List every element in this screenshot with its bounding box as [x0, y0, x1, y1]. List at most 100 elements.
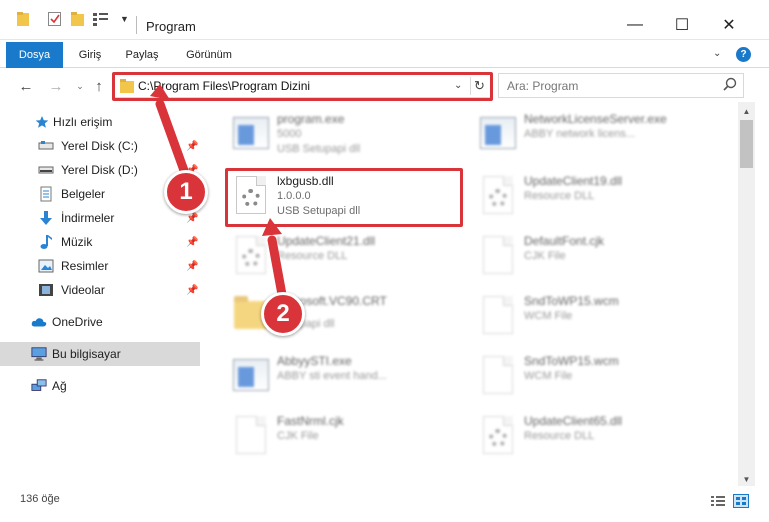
properties-check-icon[interactable] — [47, 10, 63, 28]
list-item[interactable]: UpdateClient21.dll Resource DLL — [229, 228, 469, 284]
sidebar-item-label: OneDrive — [52, 315, 103, 329]
file-detail: 5000 — [277, 128, 302, 140]
search-box[interactable]: Ara: Program — [498, 73, 744, 98]
list-item[interactable]: program.exe 5000 USB Setupapi dll — [229, 106, 469, 162]
file-icon — [476, 232, 520, 278]
status-bar: 136 öğe — [0, 486, 769, 522]
pin-icon: 📌 — [186, 236, 199, 248]
maximize-button[interactable]: ☐ — [659, 10, 705, 40]
scroll-up-icon[interactable]: ▲ — [738, 104, 755, 118]
search-placeholder[interactable]: Ara: Program — [507, 79, 578, 93]
tab-share[interactable]: Paylaş — [122, 44, 162, 66]
chevron-down-icon[interactable]: ▼ — [120, 10, 129, 28]
file-highlight — [225, 168, 463, 227]
list-item[interactable]: FastNrml.cjk CJK File — [229, 408, 469, 464]
window-title: Program — [146, 19, 196, 34]
drive-icon — [38, 138, 54, 154]
sidebar-item-label: Hızlı erişim — [53, 115, 113, 129]
music-icon — [38, 234, 54, 250]
scroll-down-icon[interactable]: ▼ — [738, 472, 755, 486]
details-view-icon[interactable] — [710, 494, 726, 508]
sidebar-item-disk-c[interactable]: Yerel Disk (C:) 📌 — [0, 134, 200, 158]
forward-button[interactable]: → — [46, 76, 66, 96]
file-icon — [476, 352, 520, 398]
recent-locations-icon[interactable]: ⌄ — [70, 76, 90, 96]
downloads-icon — [38, 210, 54, 226]
file-icon — [229, 412, 273, 458]
file-name: FastNrml.cjk — [277, 414, 344, 428]
tab-file[interactable]: Dosya — [6, 42, 63, 68]
item-count: 136 öğe — [20, 493, 60, 505]
vertical-scrollbar[interactable]: ▲ ▼ — [738, 102, 755, 486]
new-folder-icon[interactable] — [70, 10, 86, 28]
help-icon[interactable]: ? — [736, 47, 751, 62]
list-item[interactable]: AbbyySTI.exe ABBY sti event hand... — [229, 348, 469, 404]
back-button[interactable]: ← — [16, 76, 36, 96]
list-item[interactable]: DefaultFont.cjk CJK File — [476, 228, 716, 284]
folder-icon[interactable] — [16, 10, 30, 28]
network-icon — [31, 378, 47, 394]
list-item[interactable]: SndToWP15.wcm WCM File — [476, 348, 716, 404]
file-detail: Resource DLL — [524, 430, 595, 442]
sidebar-item-label: Müzik — [61, 235, 93, 249]
sidebar-item-this-pc[interactable]: Bu bilgisayar — [0, 342, 200, 366]
tiles-view-icon[interactable] — [733, 494, 749, 508]
sidebar-item-downloads[interactable]: İndirmeler 📌 — [0, 206, 200, 230]
sidebar-item-label: Belgeler — [61, 187, 106, 201]
list-item[interactable]: UpdateClient19.dll Resource DLL — [476, 168, 716, 224]
step-1-badge: 1 — [164, 170, 208, 214]
tab-view[interactable]: Görünüm — [180, 44, 238, 66]
step-2-badge: 2 — [261, 292, 305, 336]
scroll-thumb[interactable] — [740, 120, 753, 168]
file-detail: Resource DLL — [524, 190, 595, 202]
list-item[interactable]: SndToWP15.wcm WCM File — [476, 288, 716, 344]
separator — [136, 16, 137, 34]
sidebar-item-onedrive[interactable]: OneDrive — [0, 310, 200, 334]
file-name: NetworkLicenseServer.exe — [524, 112, 667, 126]
list-item[interactable]: NetworkLicenseServer.exe ABBY network li… — [476, 106, 716, 162]
up-button[interactable]: ↑ — [89, 76, 109, 96]
sidebar-item-videos[interactable]: Videolar 📌 — [0, 278, 200, 302]
search-icon[interactable] — [723, 77, 737, 94]
sidebar-item-network[interactable]: Ağ — [0, 374, 200, 398]
sidebar-item-pictures[interactable]: Resimler 📌 — [0, 254, 200, 278]
close-button[interactable]: ✕ — [706, 10, 752, 40]
navigation-pane: Hızlı erişim Yerel Disk (C:) 📌 Yerel Dis… — [0, 102, 201, 486]
pin-icon: 📌 — [186, 212, 199, 224]
sidebar-item-label: Yerel Disk (D:) — [61, 163, 138, 177]
expand-ribbon-icon[interactable]: ⌄ — [713, 48, 721, 59]
file-name: UpdateClient19.dll — [524, 174, 623, 188]
cloud-icon — [31, 314, 47, 330]
exe-icon — [476, 110, 520, 156]
file-detail: WCM File — [524, 370, 573, 382]
customize-icon[interactable] — [92, 10, 110, 28]
ribbon: Dosya Giriş Paylaş Görünüm ⌄ ? — [0, 40, 769, 68]
sidebar-item-music[interactable]: Müzik 📌 — [0, 230, 200, 254]
dll-icon — [476, 172, 520, 218]
file-detail: Resource DLL — [277, 250, 348, 262]
file-name: program.exe — [277, 112, 345, 126]
file-name: AbbyySTI.exe — [277, 354, 352, 368]
list-item[interactable]: UpdateClient65.dll Resource DLL — [476, 408, 716, 464]
address-highlight — [112, 72, 493, 101]
file-name: UpdateClient65.dll — [524, 414, 623, 428]
title-bar: ▼ Program — ☐ ✕ — [0, 0, 769, 40]
pin-icon: 📌 — [186, 284, 199, 296]
pictures-icon — [38, 258, 54, 274]
file-detail: USB Setupapi dll — [277, 143, 361, 155]
file-detail: WCM File — [524, 310, 573, 322]
exe-icon — [229, 352, 273, 398]
sidebar-item-label: Yerel Disk (C:) — [61, 139, 138, 153]
videos-icon — [38, 282, 54, 298]
dll-icon — [476, 412, 520, 458]
minimize-button[interactable]: — — [612, 10, 658, 40]
exe-icon — [229, 110, 273, 156]
pin-icon: 📌 — [186, 260, 199, 272]
drive-icon — [38, 162, 54, 178]
sidebar-item-quick-access[interactable]: Hızlı erişim — [0, 110, 200, 134]
sidebar-item-label: İndirmeler — [61, 211, 115, 225]
file-detail: ABBY network licens... — [524, 128, 636, 140]
tab-home[interactable]: Giriş — [75, 44, 105, 66]
file-detail: CJK File — [277, 430, 319, 442]
star-icon — [34, 114, 50, 130]
